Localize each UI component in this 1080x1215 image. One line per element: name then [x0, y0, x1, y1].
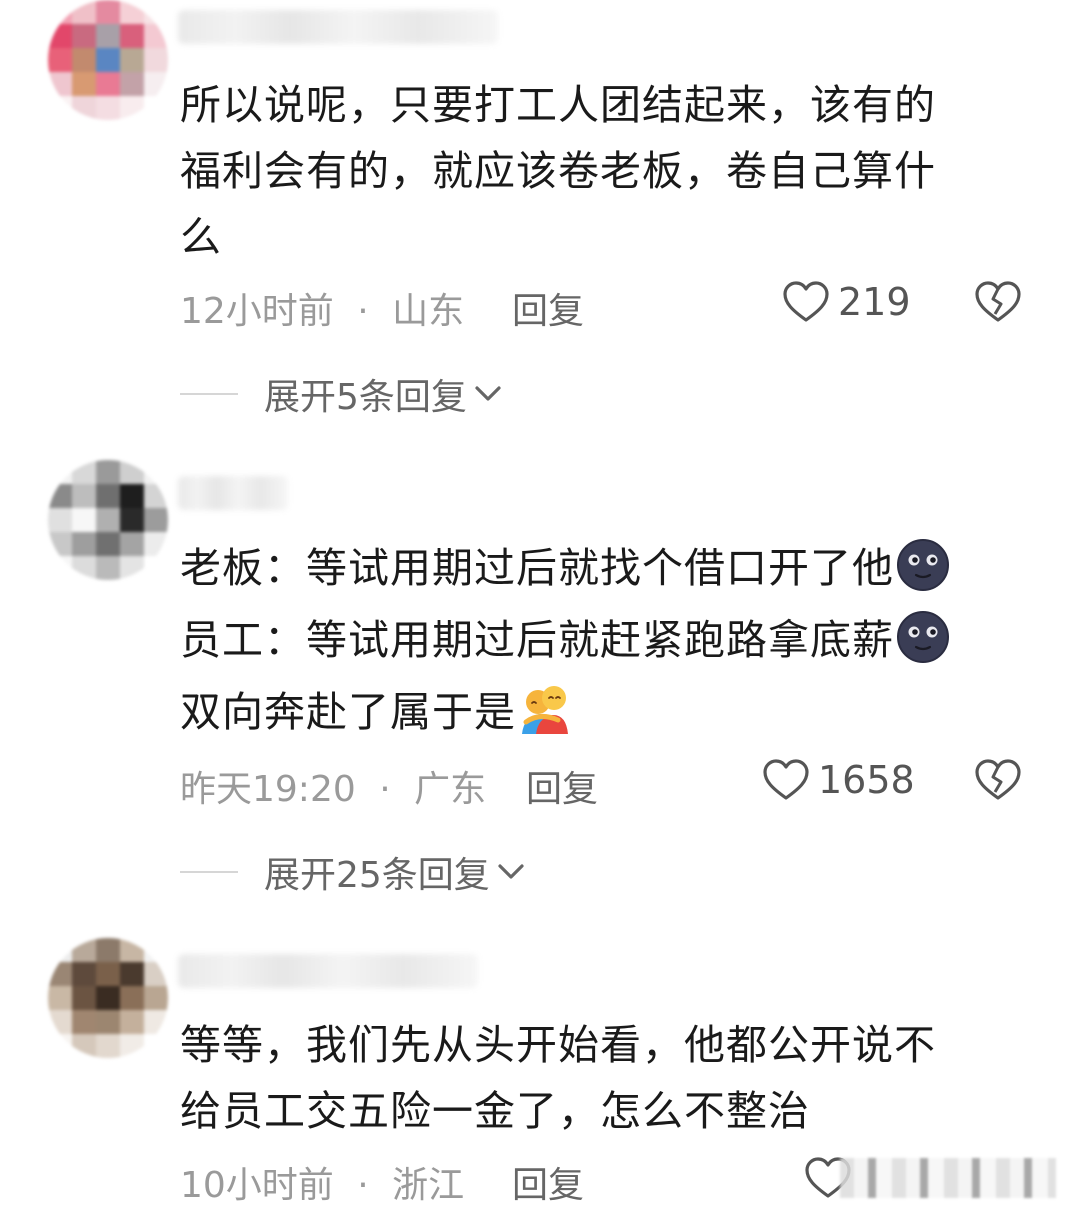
- location: 广东: [414, 769, 487, 810]
- divider: [180, 871, 238, 873]
- like-button[interactable]: 1658: [762, 758, 915, 802]
- comment-meta: 10小时前 · 浙江: [180, 1156, 464, 1208]
- username[interactable]: [178, 10, 498, 44]
- expand-replies-label: 展开5条回复: [264, 377, 467, 418]
- comment-line: 给员工交五险一金了，怎么不整治: [180, 1087, 810, 1135]
- chevron-down-icon: [498, 864, 524, 879]
- separator: ·: [379, 769, 391, 810]
- separator: ·: [357, 1165, 369, 1206]
- timestamp: 10小时前: [180, 1165, 334, 1206]
- reply-button[interactable]: 回复: [512, 1156, 584, 1208]
- comment-line: 双向奔赴了属于是: [180, 676, 1030, 748]
- heart-outline-icon: [783, 281, 829, 322]
- location: 浙江: [392, 1165, 465, 1206]
- expand-replies-label: 展开25条回复: [264, 855, 490, 896]
- avatar[interactable]: [48, 460, 168, 580]
- broken-heart-icon[interactable]: [974, 280, 1022, 324]
- comment-line-text: 双向奔赴了属于是: [180, 688, 516, 736]
- expand-replies-button[interactable]: 展开25条回复: [180, 846, 526, 898]
- divider: [180, 393, 238, 395]
- comment-meta: 12小时前 · 山东: [180, 282, 464, 334]
- expand-replies-button[interactable]: 展开5条回复: [180, 368, 503, 420]
- like-count: 1658: [818, 758, 915, 802]
- mosaic-overlay: [840, 1158, 1056, 1198]
- comment-text: 老板：等试用期过后就找个借口开了他 员工：等试用期过后就赶紧跑路拿底薪 双向奔赴…: [180, 532, 1030, 748]
- comment-line-text: 老板：等试用期过后就找个借口开了他: [180, 544, 894, 592]
- comment-line: 等等，我们先从头开始看，他都公开说不: [180, 1021, 936, 1069]
- comment-line: 所以说呢，只要打工人团结起来，该有的: [180, 81, 936, 129]
- location: 山东: [392, 291, 465, 332]
- comment-meta: 昨天19:20 · 广东: [180, 760, 486, 812]
- timestamp: 昨天19:20: [180, 769, 356, 810]
- avatar[interactable]: [48, 0, 168, 120]
- comment-line: 么: [180, 213, 222, 261]
- username[interactable]: [178, 476, 288, 510]
- people-hugging-emoji: [522, 686, 568, 734]
- comment-line-text: 员工：等试用期过后就赶紧跑路拿底薪: [180, 616, 894, 664]
- new-moon-face-emoji: [897, 611, 949, 663]
- heart-outline-icon: [763, 759, 809, 800]
- timestamp: 12小时前: [180, 291, 334, 332]
- username[interactable]: [178, 954, 478, 988]
- new-moon-face-emoji: [897, 539, 949, 591]
- comment-line: 老板：等试用期过后就找个借口开了他: [180, 532, 1030, 604]
- reply-button[interactable]: 回复: [526, 760, 598, 812]
- avatar[interactable]: [48, 938, 168, 1058]
- broken-heart-icon[interactable]: [974, 758, 1022, 802]
- like-button[interactable]: 219: [782, 280, 911, 324]
- reply-button[interactable]: 回复: [512, 282, 584, 334]
- comment-line: 福利会有的，就应该卷老板，卷自己算什: [180, 147, 936, 195]
- chevron-down-icon: [475, 386, 501, 401]
- comment-text: 等等，我们先从头开始看，他都公开说不 给员工交五险一金了，怎么不整治: [180, 1012, 1030, 1144]
- separator: ·: [357, 291, 369, 332]
- comment-text: 所以说呢，只要打工人团结起来，该有的 福利会有的，就应该卷老板，卷自己算什 么: [180, 72, 1030, 270]
- like-count: 219: [838, 280, 911, 324]
- comment-line: 员工：等试用期过后就赶紧跑路拿底薪: [180, 604, 1030, 676]
